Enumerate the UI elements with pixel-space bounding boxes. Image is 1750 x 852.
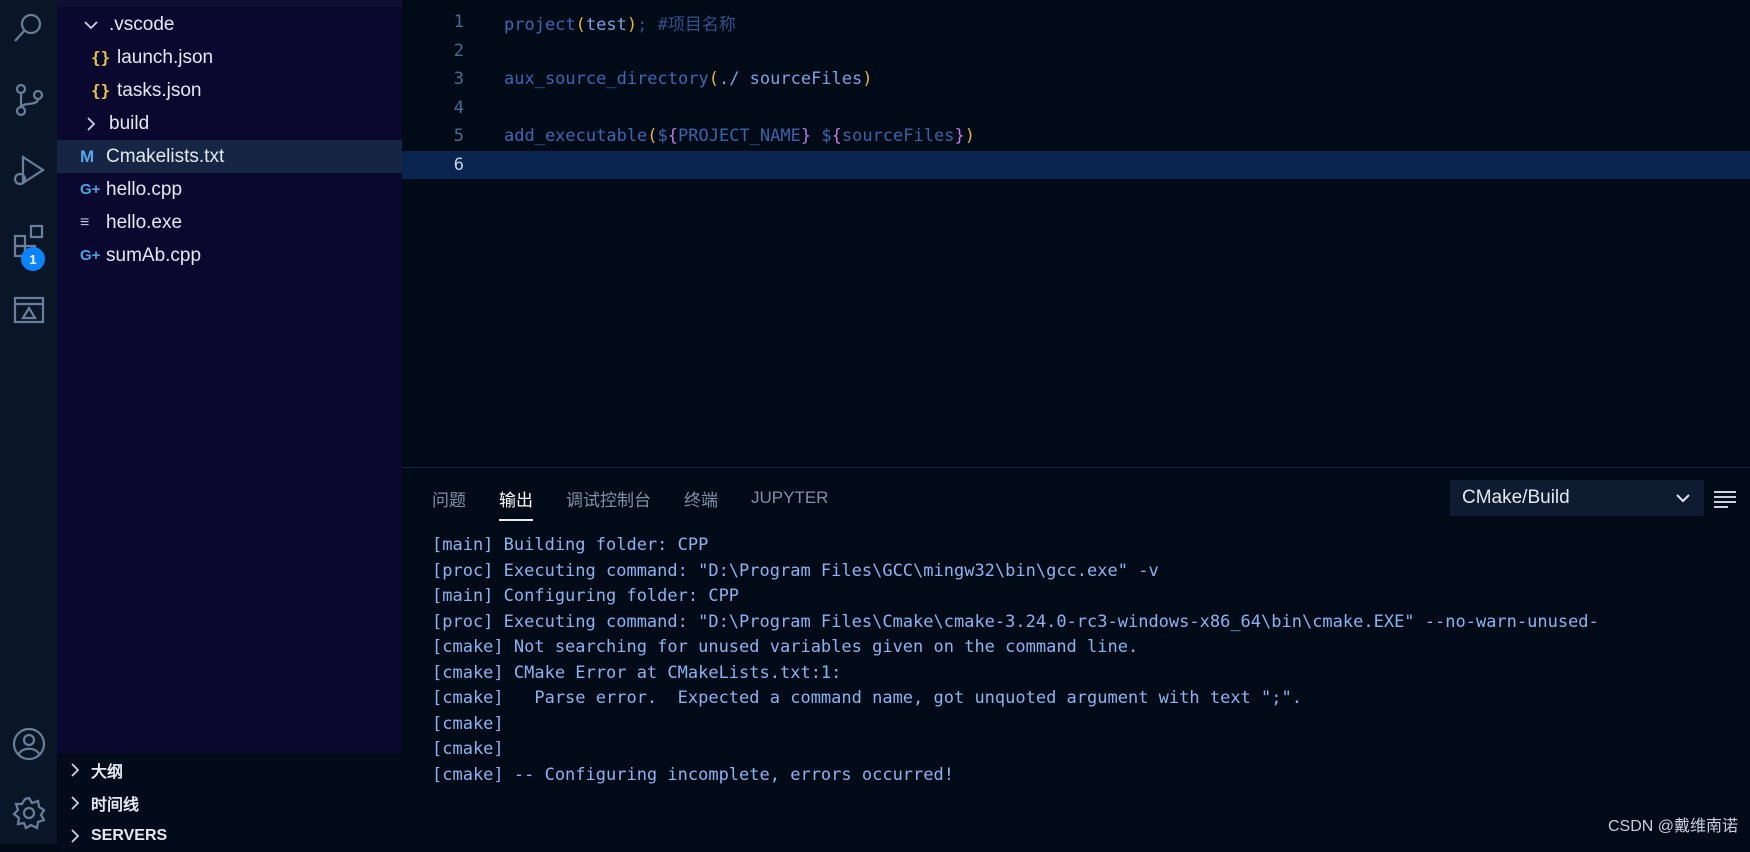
line-number: 1 bbox=[453, 12, 464, 32]
tab-jupyter[interactable]: JUPYTER bbox=[751, 482, 828, 514]
explorer-sidebar: .vscode {} launch.json {} tasks.json bui… bbox=[57, 0, 402, 852]
tree-item-launch-json[interactable]: {} launch.json bbox=[57, 41, 402, 74]
tree-item-build-folder[interactable]: build bbox=[57, 107, 402, 140]
tree-item-label: tasks.json bbox=[117, 79, 202, 101]
cpp-file-icon: G+ bbox=[80, 181, 101, 198]
run-debug-icon[interactable] bbox=[0, 142, 57, 198]
output-panel: 问题 输出 调试控制台 终端 JUPYTER CMake/Build [main… bbox=[402, 467, 1750, 845]
cpp-file-icon: G+ bbox=[80, 247, 101, 264]
binary-file-icon: ≡ bbox=[80, 213, 90, 231]
code-line[interactable]: 2 bbox=[402, 37, 1750, 65]
tab-output[interactable]: 输出 bbox=[499, 480, 533, 521]
extensions-badge: 1 bbox=[21, 247, 45, 271]
tree-item-tasks-json[interactable]: {} tasks.json bbox=[57, 74, 402, 107]
source-control-icon[interactable] bbox=[0, 72, 57, 128]
code-line[interactable]: 1 project(test); #项目名称 bbox=[402, 8, 1750, 36]
code-text: aux_source_directory(./ sourceFiles) bbox=[504, 69, 873, 89]
tree-item-label: hello.cpp bbox=[106, 178, 183, 200]
code-line[interactable]: 4 bbox=[402, 94, 1750, 122]
tab-problems[interactable]: 问题 bbox=[432, 480, 466, 517]
remote-explorer-icon[interactable] bbox=[0, 282, 57, 338]
section-timeline[interactable]: 时间线 bbox=[57, 786, 402, 819]
section-servers[interactable]: SERVERS bbox=[57, 819, 402, 852]
output-channel-value: CMake/Build bbox=[1462, 487, 1570, 508]
output-line: [cmake] bbox=[432, 739, 504, 759]
account-icon[interactable] bbox=[0, 716, 57, 772]
tree-item-label: sumAb.cpp bbox=[106, 244, 202, 266]
chevron-right-icon bbox=[67, 795, 83, 811]
code-text: project(test); #项目名称 bbox=[504, 14, 736, 35]
tree-item-label: hello.exe bbox=[106, 211, 183, 233]
section-label: 时间线 bbox=[91, 796, 140, 814]
chevron-right-icon bbox=[67, 762, 83, 778]
line-number: 4 bbox=[453, 98, 464, 118]
chevron-down-icon bbox=[1676, 494, 1690, 503]
code-line[interactable]: 5 add_executable(${PROJECT_NAME} ${sourc… bbox=[402, 122, 1750, 150]
clear-output-icon[interactable] bbox=[1712, 486, 1738, 512]
output-line: [cmake] -- Configuring incomplete, error… bbox=[432, 765, 954, 785]
settings-icon[interactable] bbox=[0, 785, 57, 841]
tree-item-sumab-cpp[interactable]: G+ sumAb.cpp bbox=[57, 239, 402, 272]
output-line: [cmake] Parse error. Expected a command … bbox=[432, 688, 1302, 708]
output-line: [cmake] CMake Error at CMakeLists.txt:1: bbox=[432, 663, 842, 683]
tree-item-label: launch.json bbox=[117, 46, 214, 68]
watermark: CSDN @戴维南诺 bbox=[1607, 818, 1738, 835]
section-outline[interactable]: 大纲 bbox=[57, 753, 402, 786]
section-label: SERVERS bbox=[91, 826, 168, 844]
sidebar-top-divider bbox=[57, 0, 402, 7]
tree-item-label: build bbox=[109, 112, 150, 134]
tab-terminal[interactable]: 终端 bbox=[684, 480, 718, 517]
code-line[interactable]: 3 aux_source_directory(./ sourceFiles) bbox=[402, 65, 1750, 93]
output-channel-select[interactable]: CMake/Build bbox=[1450, 480, 1704, 516]
output-line: [proc] Executing command: "D:\Program Fi… bbox=[432, 561, 1159, 581]
panel-tabs: 问题 输出 调试控制台 终端 JUPYTER bbox=[402, 468, 861, 528]
tree-item-hello-exe[interactable]: ≡ hello.exe bbox=[57, 206, 402, 239]
line-number: 5 bbox=[453, 126, 464, 146]
chevron-right-icon bbox=[67, 828, 83, 844]
chevron-right-icon bbox=[83, 116, 99, 132]
code-line-current[interactable]: 6 bbox=[402, 151, 1750, 179]
tree-item-hello-cpp[interactable]: G+ hello.cpp bbox=[57, 173, 402, 206]
line-number: 6 bbox=[453, 155, 464, 175]
chevron-down-icon bbox=[83, 17, 99, 33]
tree-item-label: Cmakelists.txt bbox=[106, 145, 225, 167]
json-file-icon: {} bbox=[91, 81, 111, 100]
line-number: 2 bbox=[453, 41, 464, 61]
output-line: [cmake] Not searching for unused variabl… bbox=[432, 637, 1139, 657]
section-label: 大纲 bbox=[91, 763, 124, 781]
tree-item-vscode-folder[interactable]: .vscode bbox=[57, 8, 402, 41]
cmake-file-icon: M bbox=[80, 146, 95, 166]
line-number: 3 bbox=[453, 69, 464, 89]
json-file-icon: {} bbox=[91, 48, 111, 67]
output-line: [main] Configuring folder: CPP bbox=[432, 586, 740, 606]
output-line: [main] Building folder: CPP bbox=[432, 535, 709, 555]
code-editor[interactable]: 1 project(test); #项目名称 2 3 aux_source_di… bbox=[402, 0, 1750, 467]
output-line: [cmake] bbox=[432, 714, 504, 734]
tree-item-label: .vscode bbox=[109, 13, 175, 35]
code-text: add_executable(${PROJECT_NAME} ${sourceF… bbox=[504, 126, 975, 146]
search-icon[interactable] bbox=[0, 0, 57, 56]
activity-bar: 1 bbox=[0, 0, 58, 844]
tab-debug-console[interactable]: 调试控制台 bbox=[566, 480, 651, 517]
tree-item-cmakelists[interactable]: M Cmakelists.txt bbox=[57, 140, 402, 173]
output-line: [proc] Executing command: "D:\Program Fi… bbox=[432, 612, 1599, 632]
